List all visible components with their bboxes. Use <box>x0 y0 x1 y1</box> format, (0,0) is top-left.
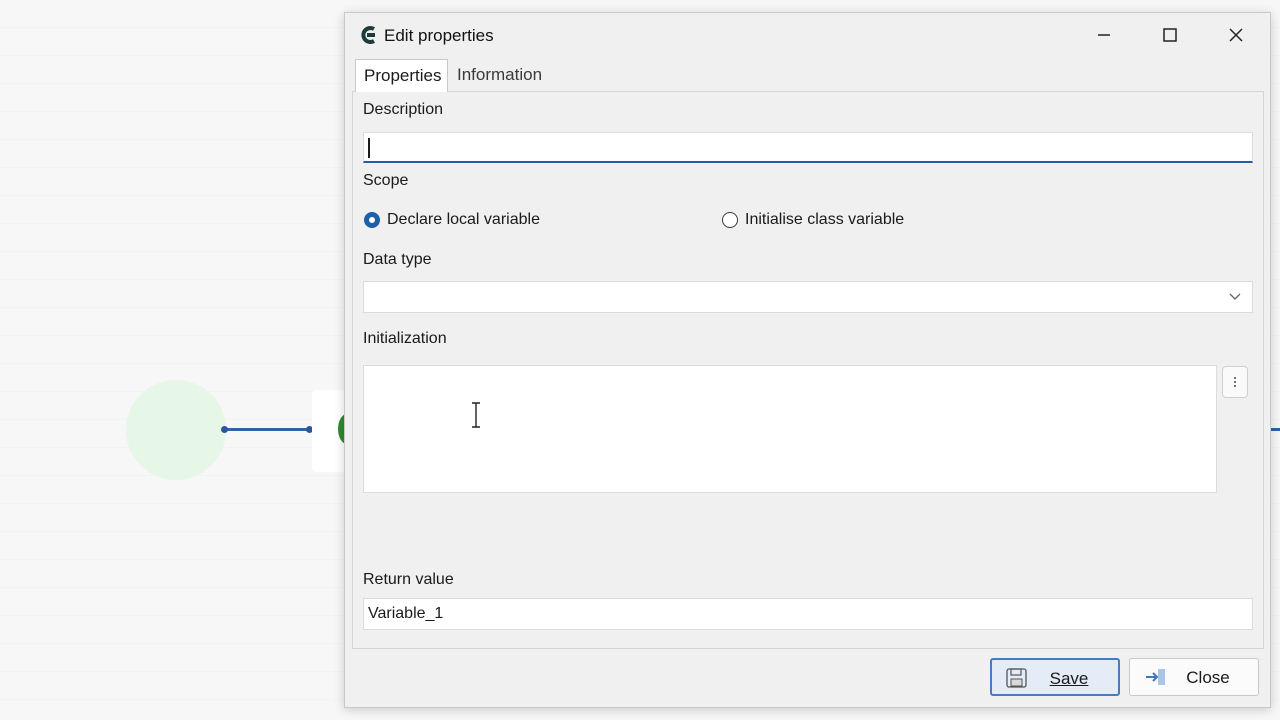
connector-start-dot[interactable] <box>221 426 228 433</box>
scope-label: Scope <box>363 172 409 189</box>
more-dot-icon <box>1234 381 1236 383</box>
radio-declare-local[interactable]: Declare local variable <box>364 208 540 232</box>
initialization-textarea[interactable] <box>363 365 1217 493</box>
save-button[interactable]: Save <box>990 658 1120 696</box>
more-dot-icon <box>1234 377 1236 379</box>
maximize-icon <box>1163 28 1177 42</box>
radio-checked-icon[interactable] <box>364 212 380 228</box>
start-node[interactable] <box>126 380 226 480</box>
minimize-icon <box>1098 34 1110 36</box>
text-caret <box>368 138 370 158</box>
connector-stub <box>1270 428 1280 431</box>
more-options-button[interactable] <box>1222 366 1248 398</box>
radio-initialise-class[interactable]: Initialise class variable <box>722 208 904 232</box>
radio-initialise-class-label: Initialise class variable <box>745 211 905 228</box>
data-type-label: Data type <box>363 251 432 268</box>
save-button-label: Save <box>1049 669 1089 688</box>
radio-declare-local-label: Declare local variable <box>387 211 540 228</box>
dialog-title: Edit properties <box>384 26 494 45</box>
tab-information[interactable]: Information <box>449 59 550 91</box>
connector-line[interactable] <box>224 428 310 431</box>
edit-properties-dialog: Edit properties Properties Information D… <box>344 12 1271 708</box>
title-bar[interactable]: Edit properties <box>345 13 1270 57</box>
close-icon <box>1229 28 1243 42</box>
return-value-label: Return value <box>363 571 454 588</box>
initialization-label: Initialization <box>363 330 447 347</box>
properties-panel: Description Scope Declare local variable… <box>352 91 1264 649</box>
close-button-label: Close <box>1186 668 1230 687</box>
app-logo-icon <box>361 26 376 44</box>
close-button[interactable]: Close <box>1129 658 1259 696</box>
more-dot-icon <box>1234 385 1236 387</box>
text-cursor-icon <box>472 402 480 428</box>
close-window-button[interactable] <box>1203 13 1269 57</box>
data-type-select[interactable] <box>363 281 1253 313</box>
minimize-button[interactable] <box>1071 13 1137 57</box>
radio-unchecked-icon[interactable] <box>722 212 738 228</box>
maximize-button[interactable] <box>1137 13 1203 57</box>
chevron-down-icon <box>1229 293 1241 300</box>
description-label: Description <box>363 101 444 118</box>
return-value-input[interactable]: Variable_1 <box>363 598 1253 630</box>
description-input[interactable] <box>363 132 1253 163</box>
tab-properties[interactable]: Properties <box>355 59 448 92</box>
